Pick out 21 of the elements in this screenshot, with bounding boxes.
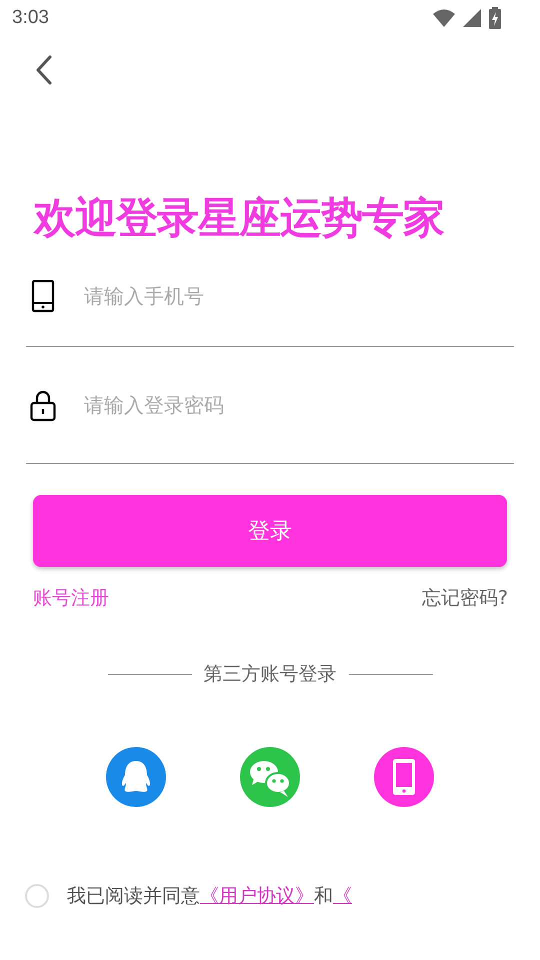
phone-field[interactable]: 请输入手机号 xyxy=(84,276,514,316)
back-icon[interactable] xyxy=(34,54,54,86)
third-party-label: 第三方账号登录 xyxy=(204,662,336,687)
chat-bubbles-icon[interactable] xyxy=(240,747,300,807)
battery-icon xyxy=(488,7,502,29)
status-time: 3:03 xyxy=(12,7,49,29)
penguin-icon[interactable] xyxy=(106,747,166,807)
register-link[interactable]: 账号注册 xyxy=(33,585,109,611)
password-field[interactable]: 请输入登录密码 xyxy=(84,385,514,425)
phone-icon xyxy=(30,280,56,312)
agreement-link[interactable]: 《 xyxy=(333,885,352,907)
welcome-title: 欢迎登录星座运势专家 xyxy=(34,192,446,244)
agree-checkbox[interactable] xyxy=(25,884,49,908)
forgot-password-link[interactable]: 忘记密码? xyxy=(422,585,508,611)
login-button[interactable]: 登录 xyxy=(33,495,507,567)
wifi-icon xyxy=(432,8,456,28)
smartphone-icon[interactable] xyxy=(374,747,434,807)
signal-icon xyxy=(462,8,482,28)
agreement-text: 我已阅读并同意《用户协议》和《 xyxy=(67,884,352,909)
agreement-link[interactable]: 《用户协议》 xyxy=(200,885,314,907)
lock-icon xyxy=(30,388,56,422)
